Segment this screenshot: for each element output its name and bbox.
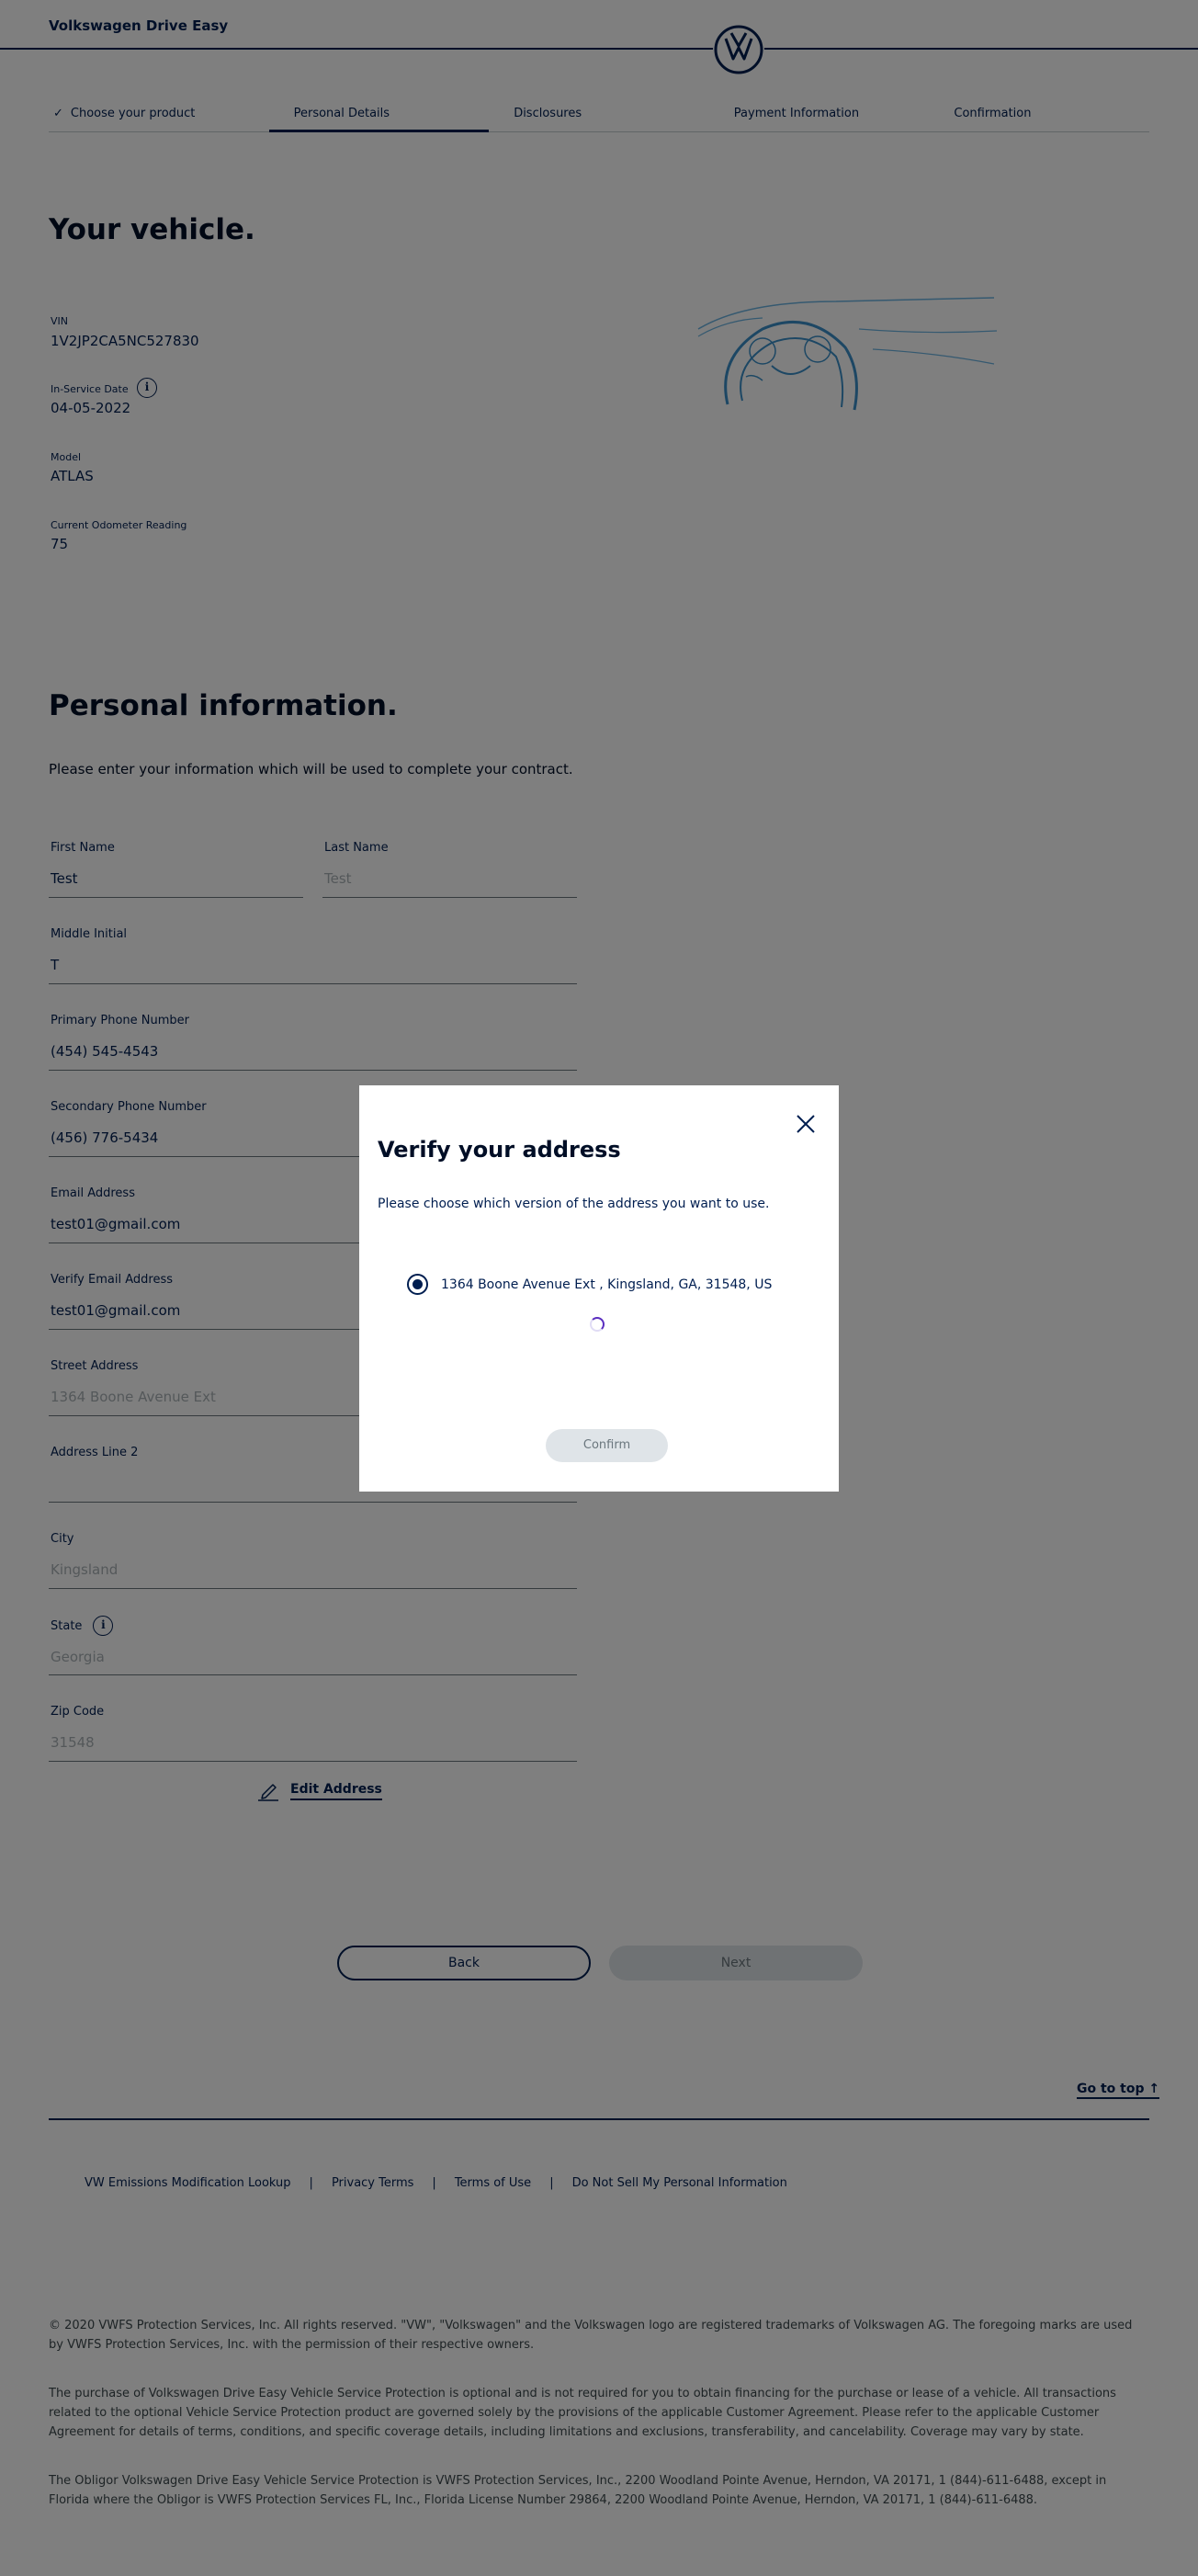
verify-address-modal: Verify your address Please choose which …: [359, 1085, 839, 1492]
address-option-label[interactable]: 1364 Boone Avenue Ext , Kingsland, GA, 3…: [441, 1277, 772, 1292]
address-option-radio[interactable]: [407, 1274, 428, 1295]
page: Volkswagen Drive Easy ✓Choose your produ…: [0, 0, 1198, 2576]
loading-spinner-icon: [590, 1317, 605, 1332]
confirm-button[interactable]: Confirm: [546, 1429, 668, 1462]
address-option[interactable]: 1364 Boone Avenue Ext , Kingsland, GA, 3…: [407, 1274, 772, 1295]
modal-title: Verify your address: [378, 1137, 621, 1163]
close-icon[interactable]: [795, 1113, 817, 1135]
modal-description: Please choose which version of the addre…: [378, 1197, 770, 1211]
